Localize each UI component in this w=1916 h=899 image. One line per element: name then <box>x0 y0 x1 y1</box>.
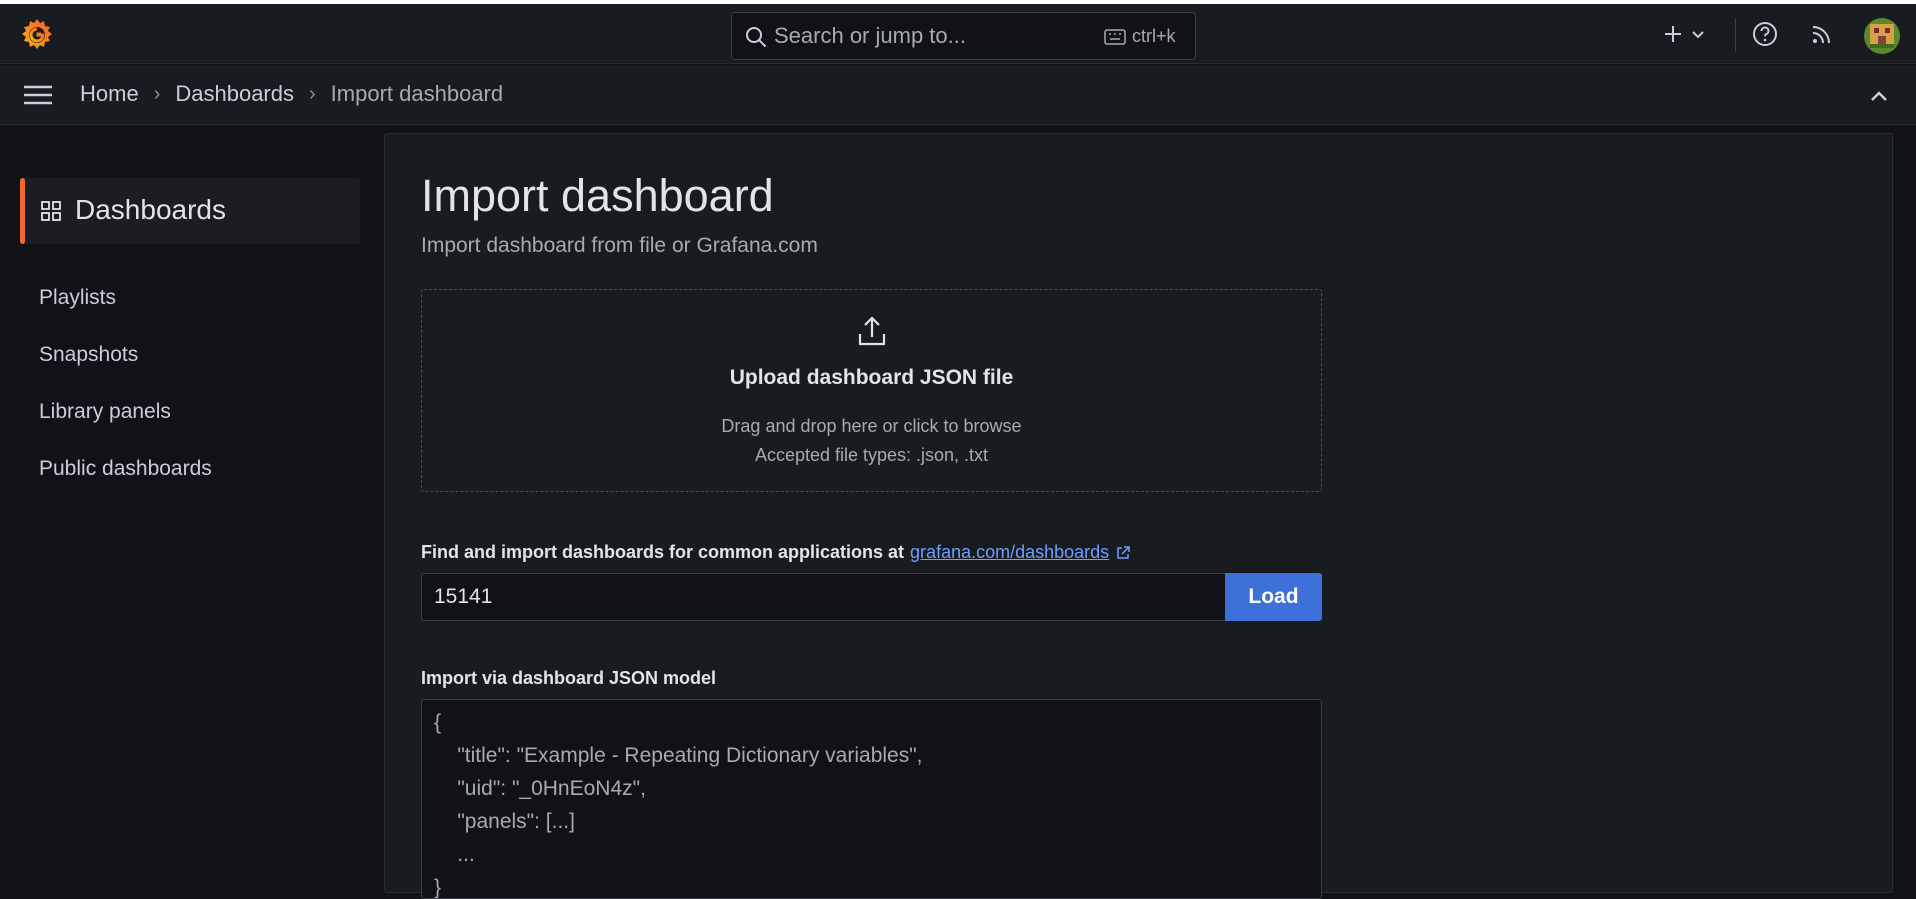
breadcrumb-separator: › <box>309 82 316 105</box>
section-nav: Dashboards Playlists Snapshots Library p… <box>0 126 374 885</box>
search-shortcut: ctrl+k <box>1132 26 1176 46</box>
file-dropzone[interactable]: Upload dashboard JSON file Drag and drop… <box>421 289 1322 492</box>
hamburger-menu-icon[interactable] <box>22 83 54 107</box>
avatar[interactable] <box>1864 18 1900 54</box>
active-indicator <box>20 178 25 244</box>
rss-icon <box>1812 26 1830 44</box>
json-line: "title": "Example - Repeating Dictionary… <box>434 744 923 767</box>
accepted-types: Accepted file types: .json, .txt <box>754 445 989 465</box>
upload-icon <box>858 316 886 346</box>
search-icon <box>746 27 766 47</box>
dashboard-id-input[interactable] <box>421 573 1226 621</box>
plus-icon <box>1665 26 1681 42</box>
search-input[interactable] <box>774 21 1074 51</box>
json-line: "uid": "_0HnEoN4z", <box>434 777 646 800</box>
grafana-dashboards-link[interactable]: grafana.com/dashboards <box>910 542 1109 563</box>
grafana-logo[interactable] <box>18 16 56 54</box>
sidebar-item-public-dashboards[interactable]: Public dashboards <box>39 457 212 481</box>
breadcrumb-dashboards[interactable]: Dashboards <box>175 81 294 107</box>
json-line: } <box>434 876 442 899</box>
breadcrumb: Home › Dashboards › Import dashboard <box>80 81 503 107</box>
chevron-up-icon[interactable] <box>1868 85 1890 107</box>
keyboard-icon <box>1104 29 1126 45</box>
upload-hint: Drag and drop here or click to browse <box>721 416 1022 436</box>
sidebar-item-label: Dashboards <box>75 194 226 225</box>
topbar-divider <box>1735 18 1736 52</box>
page-title: Import dashboard <box>421 170 774 221</box>
sidebar-item-dashboards[interactable]: Dashboards <box>20 178 360 244</box>
help-button[interactable] <box>1752 4 1786 64</box>
page-subtitle: Import dashboard from file or Grafana.co… <box>421 234 818 257</box>
main-content: Import dashboard Import dashboard from f… <box>384 133 1893 899</box>
chevron-down-icon <box>1692 31 1704 39</box>
json-line: { <box>434 711 442 734</box>
top-bar: ctrl+k <box>0 4 1916 64</box>
search-bar[interactable]: ctrl+k <box>731 12 1196 60</box>
json-line: ... <box>434 843 475 866</box>
upload-title: Upload dashboard JSON file <box>729 366 1014 389</box>
json-model-textarea[interactable]: { "title": "Example - Repeating Dictiona… <box>421 699 1322 899</box>
help-icon <box>1753 22 1777 46</box>
find-dashboards-label: Find and import dashboards for common ap… <box>421 542 1131 563</box>
load-button[interactable]: Load <box>1225 573 1322 621</box>
breadcrumb-home[interactable]: Home <box>80 81 139 107</box>
news-button[interactable] <box>1810 4 1844 64</box>
breadcrumb-separator: › <box>153 82 161 105</box>
external-link-icon <box>1117 545 1130 559</box>
find-label-text: Find and import dashboards for common ap… <box>421 542 905 562</box>
sidebar-item-playlists[interactable]: Playlists <box>39 286 116 310</box>
json-model-label: Import via dashboard JSON model <box>421 668 717 688</box>
breadcrumb-current: Import dashboard <box>330 81 504 106</box>
new-menu-button[interactable] <box>1662 4 1716 64</box>
json-line: "panels": [...] <box>434 810 575 833</box>
sidebar-item-snapshots[interactable]: Snapshots <box>39 343 138 367</box>
sidebar-item-library-panels[interactable]: Library panels <box>39 400 171 424</box>
breadcrumb-bar: Home › Dashboards › Import dashboard <box>0 65 1916 125</box>
apps-grid-icon <box>41 201 61 221</box>
